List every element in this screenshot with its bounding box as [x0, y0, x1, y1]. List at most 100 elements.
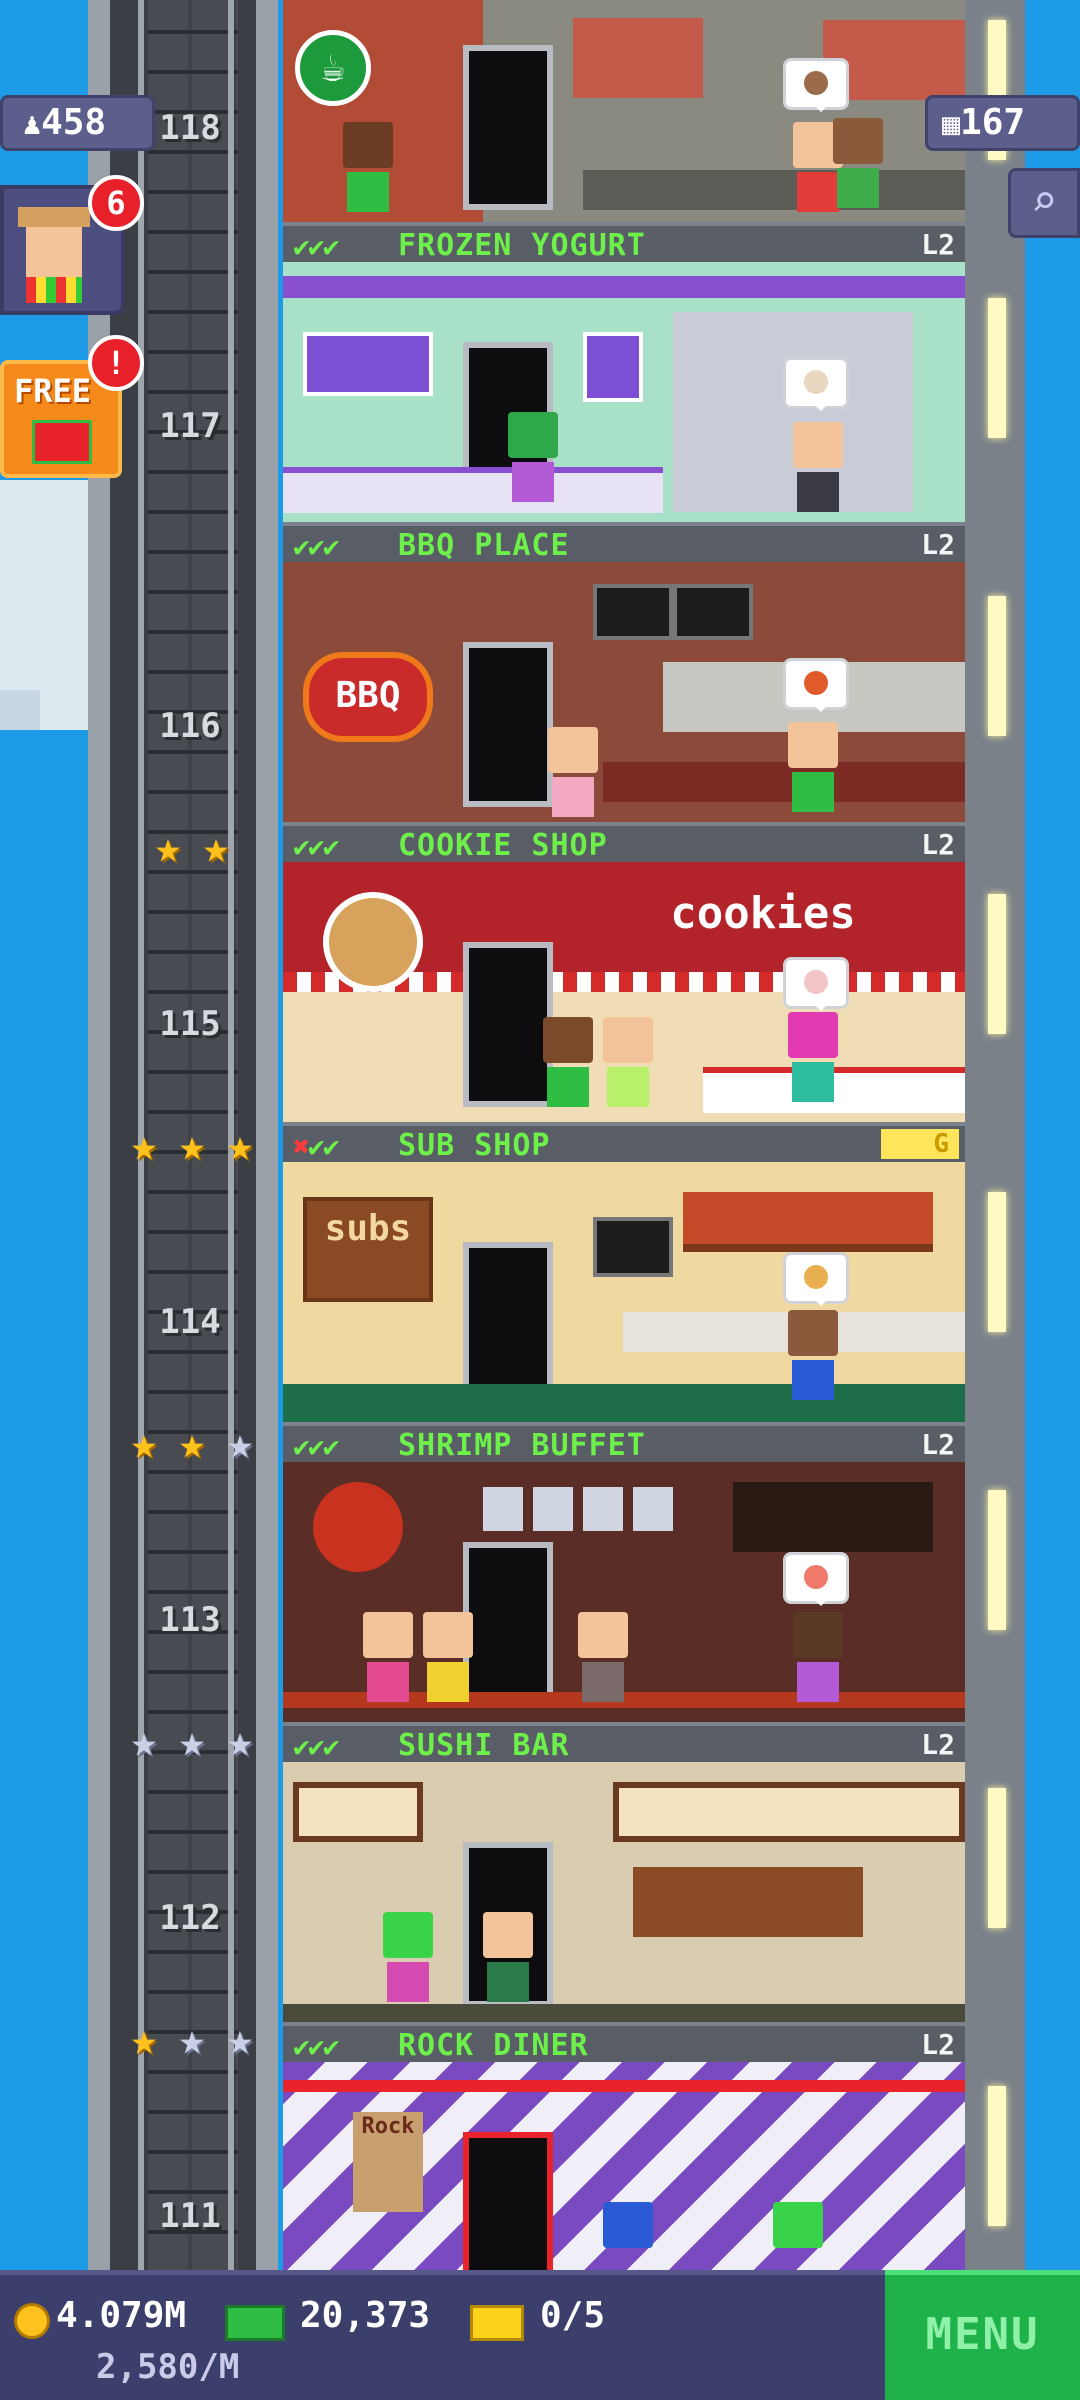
request-bubble[interactable]	[783, 58, 849, 112]
menu-board	[303, 332, 433, 396]
floor-label-113[interactable]: ✔✔✔ SUSHI BAR L2	[283, 1722, 965, 1763]
customer[interactable]	[833, 118, 883, 213]
window-light	[988, 1788, 1006, 1928]
star-icon: ★	[202, 822, 230, 873]
customer[interactable]	[788, 722, 838, 817]
floor-label-114[interactable]: ✔✔✔ SHRIMP BUFFET L2	[283, 1422, 965, 1463]
window-light	[988, 298, 1006, 438]
window-light	[988, 1490, 1006, 1630]
floor-114[interactable]: subs	[283, 1162, 965, 1422]
neon-strip	[283, 2080, 965, 2092]
star-icon: ★	[130, 2014, 158, 2065]
window-light	[988, 894, 1006, 1034]
customer[interactable]	[773, 2202, 823, 2270]
check-icon: ✔✔✔	[293, 230, 340, 263]
tickets-value: 0/5	[540, 2295, 606, 2336]
customer[interactable]	[793, 1612, 843, 1707]
floor-111[interactable]: Rock	[283, 2062, 965, 2270]
customer[interactable]	[788, 1012, 838, 1107]
poncho	[26, 277, 82, 303]
counter	[603, 762, 965, 802]
customer[interactable]	[543, 1017, 593, 1112]
customer[interactable]	[548, 727, 598, 822]
customer[interactable]	[423, 1612, 473, 1707]
customer[interactable]	[363, 1612, 413, 1707]
star-icon: ★	[154, 822, 182, 873]
floor-door	[463, 2132, 553, 2270]
star-icon: ★	[178, 1418, 206, 1469]
star-icon: ★	[130, 1418, 158, 1469]
customer[interactable]	[383, 1912, 433, 2007]
menu-button[interactable]: MENU	[885, 2270, 1080, 2400]
population-icon: ♟	[23, 107, 42, 142]
floor-door	[463, 1542, 553, 1707]
counter	[583, 170, 965, 210]
customer[interactable]	[508, 412, 558, 507]
customer[interactable]	[578, 1612, 628, 1707]
customer[interactable]	[788, 1310, 838, 1405]
star-icon: ★	[226, 2014, 254, 2065]
floor-level: L2	[921, 1428, 955, 1461]
floor-label-118[interactable]: ✔✔✔ FROZEN YOGURT L2	[283, 222, 965, 263]
search-icon[interactable]: ⌕	[1008, 168, 1080, 238]
check-icon: ✖✔✔	[293, 1130, 340, 1163]
menu-board	[573, 18, 703, 98]
customer[interactable]	[793, 422, 843, 517]
floor-115[interactable]: cookies	[283, 862, 965, 1122]
star-icon: ★	[226, 1716, 254, 1767]
request-bubble[interactable]	[783, 357, 849, 411]
floor-name: ROCK DINER	[398, 2028, 589, 2063]
floor-label-115[interactable]: ✖✔✔ SUB SHOP G	[283, 1122, 965, 1163]
floor-number: 112	[159, 1898, 221, 1938]
floor-118[interactable]: ☕	[283, 0, 965, 222]
coffee-icon: ☕	[295, 30, 371, 106]
check-icon: ✔✔✔	[293, 1730, 340, 1763]
floor-label-116[interactable]: ✔✔✔ COOKIE SHOP L2	[283, 822, 965, 863]
cookies-sign: cookies	[670, 888, 856, 939]
request-bubble[interactable]	[783, 658, 849, 712]
sombrero-icon	[18, 207, 90, 227]
counter	[283, 467, 663, 513]
ticket-icon	[470, 2305, 524, 2341]
vip-avatar	[26, 219, 82, 279]
population-counter[interactable]: ♟458	[0, 95, 155, 151]
window-light	[988, 1192, 1006, 1332]
coin-rate: 2,580/M	[96, 2347, 240, 2387]
floor-label-117[interactable]: ✔✔✔ BBQ PLACE L2	[283, 522, 965, 563]
floor-door	[463, 45, 553, 210]
check-icon: ✔✔✔	[293, 530, 340, 563]
shrimp-icon	[313, 1482, 403, 1572]
window-panel	[613, 1782, 965, 1842]
star-icon: ★	[178, 1716, 206, 1767]
check-icon: ✔✔✔	[293, 2030, 340, 2063]
star-icon: ★	[130, 1716, 158, 1767]
free-alert-badge: !	[88, 335, 144, 391]
bbq-sign: BBQ	[303, 652, 433, 742]
request-bubble[interactable]	[783, 1552, 849, 1606]
menu-board	[593, 584, 673, 640]
menu-board	[673, 584, 753, 640]
floor-level: L2	[921, 1728, 955, 1761]
floor-117[interactable]	[283, 262, 965, 522]
customer[interactable]	[603, 1017, 653, 1112]
menu-board	[593, 1217, 673, 1277]
star-icon: ★	[226, 1418, 254, 1469]
customer[interactable]	[603, 2202, 653, 2270]
vip-count-badge: 6	[88, 175, 144, 231]
request-bubble[interactable]	[783, 957, 849, 1011]
customer[interactable]	[343, 122, 393, 217]
floor-113[interactable]	[283, 1462, 965, 1722]
floor-number: 116	[159, 706, 221, 746]
awning	[283, 276, 965, 298]
request-bubble[interactable]	[783, 1252, 849, 1306]
floor-112[interactable]	[283, 1762, 965, 2022]
floor-label-112[interactable]: ✔✔✔ ROCK DINER L2	[283, 2022, 965, 2063]
window-light	[988, 596, 1006, 736]
free-label: FREE	[14, 372, 92, 410]
floor-door	[463, 942, 553, 1107]
floors-counter[interactable]: ▦167	[925, 95, 1080, 151]
floor-name: SHRIMP BUFFET	[398, 1428, 646, 1463]
customer[interactable]	[483, 1912, 533, 2007]
floor-name: BBQ PLACE	[398, 528, 570, 563]
floor-116[interactable]: BBQ	[283, 562, 965, 822]
